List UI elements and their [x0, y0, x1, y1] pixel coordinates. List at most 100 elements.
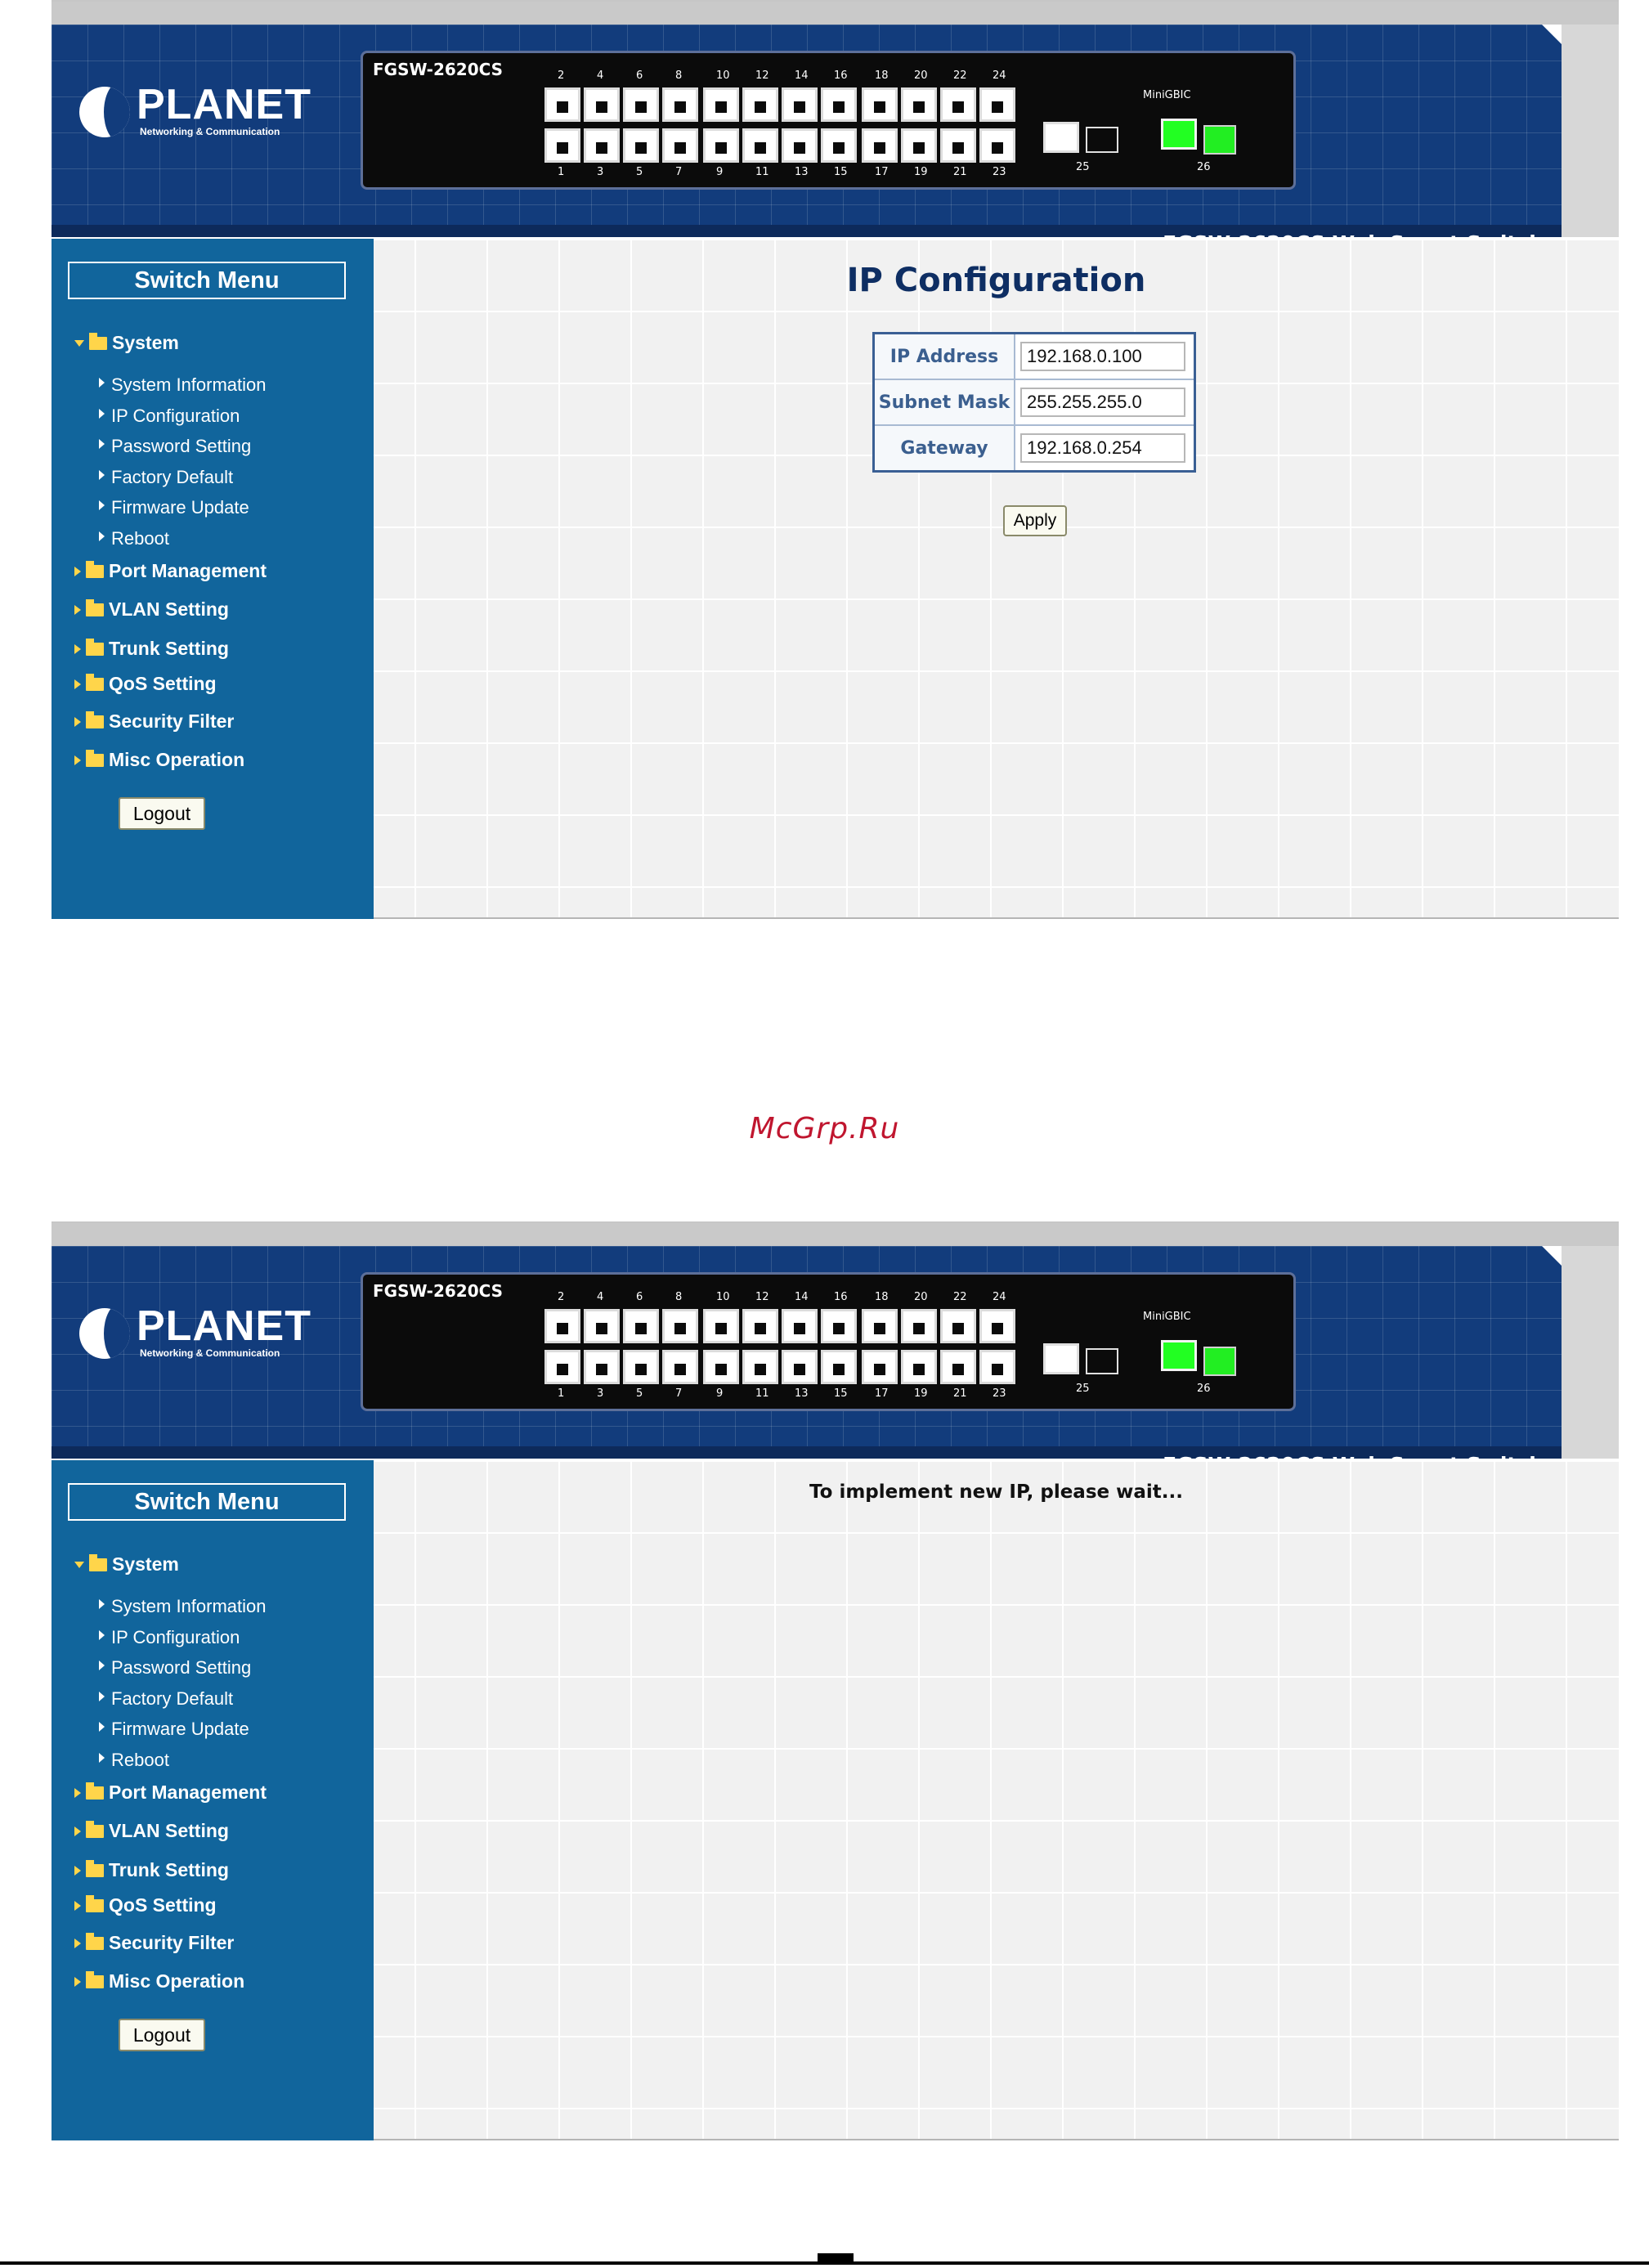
port-icon[interactable] [782, 1350, 818, 1384]
port-icon[interactable] [979, 128, 1015, 163]
port-icon[interactable] [979, 1309, 1015, 1343]
logout-button[interactable]: Logout [119, 2019, 205, 2051]
menu-misc-operation[interactable]: Misc Operation [74, 1970, 244, 1992]
port-25-sfp-icon[interactable] [1086, 1348, 1118, 1374]
port-icon[interactable] [862, 1350, 898, 1384]
port-icon[interactable] [782, 128, 818, 163]
menu-factory-default[interactable]: Factory Default [99, 467, 233, 488]
port-icon[interactable] [584, 128, 620, 163]
subnet-mask-input[interactable]: 255.255.255.0 [1020, 388, 1185, 417]
port-icon[interactable] [821, 87, 857, 122]
menu-vlan-setting[interactable]: VLAN Setting [74, 598, 229, 621]
port-icon[interactable] [662, 128, 698, 163]
port-icon[interactable] [901, 1350, 937, 1384]
port-25-sfp-icon[interactable] [1086, 127, 1118, 153]
menu-trunk-setting[interactable]: Trunk Setting [74, 638, 229, 660]
logo-mark-icon [79, 87, 130, 137]
port-icon[interactable] [821, 1309, 857, 1343]
menu-factory-default[interactable]: Factory Default [99, 1688, 233, 1710]
menu-security-filter[interactable]: Security Filter [74, 710, 234, 733]
menu-sub-label: System Information [111, 1596, 267, 1616]
port-icon[interactable] [862, 1309, 898, 1343]
menu-ip-configuration[interactable]: IP Configuration [99, 1627, 240, 1648]
port-icon[interactable] [742, 1350, 778, 1384]
port-icon[interactable] [544, 128, 580, 163]
menu-reboot[interactable]: Reboot [99, 1750, 169, 1771]
menu-port-management[interactable]: Port Management [74, 560, 267, 582]
port-icon[interactable] [940, 1309, 976, 1343]
port-25-copper-icon[interactable] [1043, 122, 1079, 153]
menu-sub-label: Firmware Update [111, 497, 249, 518]
menu-security-filter[interactable]: Security Filter [74, 1932, 234, 1954]
port-icon[interactable] [742, 1309, 778, 1343]
port-icon[interactable] [584, 87, 620, 122]
menu-trunk-setting[interactable]: Trunk Setting [74, 1859, 229, 1881]
port-icon[interactable] [623, 1309, 659, 1343]
menu-ip-configuration[interactable]: IP Configuration [99, 406, 240, 427]
menu-port-management[interactable]: Port Management [74, 1782, 267, 1804]
port-icon[interactable] [662, 1309, 698, 1343]
menu-system-information[interactable]: System Information [99, 374, 267, 396]
menu-system[interactable]: System [74, 1553, 179, 1575]
port-25-copper-icon[interactable] [1043, 1343, 1079, 1374]
menu-firmware-update[interactable]: Firmware Update [99, 497, 249, 518]
menu-misc-operation[interactable]: Misc Operation [74, 749, 244, 771]
port-icon[interactable] [742, 87, 778, 122]
port-icon[interactable] [584, 1309, 620, 1343]
port-icon[interactable] [940, 87, 976, 122]
menu-password-setting[interactable]: Password Setting [99, 1657, 251, 1679]
port-icon[interactable] [901, 87, 937, 122]
menu-password-setting[interactable]: Password Setting [99, 436, 251, 457]
ip-address-input[interactable]: 192.168.0.100 [1020, 342, 1185, 371]
port-icon[interactable] [782, 1309, 818, 1343]
port-26-label: 26 [1197, 1383, 1211, 1395]
port-icon[interactable] [623, 87, 659, 122]
logo-text: PLANET [137, 81, 311, 128]
menu-reboot[interactable]: Reboot [99, 528, 169, 549]
gateway-input[interactable]: 192.168.0.254 [1020, 433, 1185, 463]
port-number: 15 [834, 1387, 848, 1400]
port-26-copper-icon[interactable] [1161, 1340, 1197, 1371]
port-icon[interactable] [544, 1350, 580, 1384]
port-icon[interactable] [584, 1350, 620, 1384]
port-icon[interactable] [979, 87, 1015, 122]
port-icon[interactable] [544, 87, 580, 122]
menu-firmware-update[interactable]: Firmware Update [99, 1719, 249, 1740]
port-icon[interactable] [821, 128, 857, 163]
menu-system[interactable]: System [74, 332, 179, 354]
port-icon[interactable] [821, 1350, 857, 1384]
port-icon[interactable] [862, 87, 898, 122]
port-icon[interactable] [742, 128, 778, 163]
port-number: 9 [716, 166, 724, 178]
port-number: 19 [914, 1387, 928, 1400]
port-icon[interactable] [862, 128, 898, 163]
ip-address-cell: 192.168.0.100 [1014, 332, 1196, 380]
port-icon[interactable] [901, 1309, 937, 1343]
port-icon[interactable] [662, 87, 698, 122]
port-icon[interactable] [703, 87, 739, 122]
port-25-label: 25 [1076, 1383, 1090, 1395]
port-icon[interactable] [979, 1350, 1015, 1384]
menu-qos-setting[interactable]: QoS Setting [74, 673, 217, 695]
apply-button[interactable]: Apply [1003, 505, 1067, 536]
folder-icon [89, 1553, 107, 1571]
port-icon[interactable] [662, 1350, 698, 1384]
port-icon[interactable] [703, 128, 739, 163]
port-number: 19 [914, 166, 928, 178]
port-icon[interactable] [901, 128, 937, 163]
port-icon[interactable] [782, 87, 818, 122]
port-26-copper-icon[interactable] [1161, 119, 1197, 150]
logout-button[interactable]: Logout [119, 797, 205, 830]
menu-qos-setting[interactable]: QoS Setting [74, 1894, 217, 1916]
menu-vlan-setting[interactable]: VLAN Setting [74, 1820, 229, 1842]
port-icon[interactable] [703, 1350, 739, 1384]
port-icon[interactable] [703, 1309, 739, 1343]
menu-system-information[interactable]: System Information [99, 1596, 267, 1617]
port-icon[interactable] [940, 1350, 976, 1384]
port-icon[interactable] [623, 128, 659, 163]
port-26-sfp-icon[interactable] [1203, 125, 1236, 155]
port-icon[interactable] [940, 128, 976, 163]
port-26-sfp-icon[interactable] [1203, 1347, 1236, 1376]
port-icon[interactable] [623, 1350, 659, 1384]
port-icon[interactable] [544, 1309, 580, 1343]
